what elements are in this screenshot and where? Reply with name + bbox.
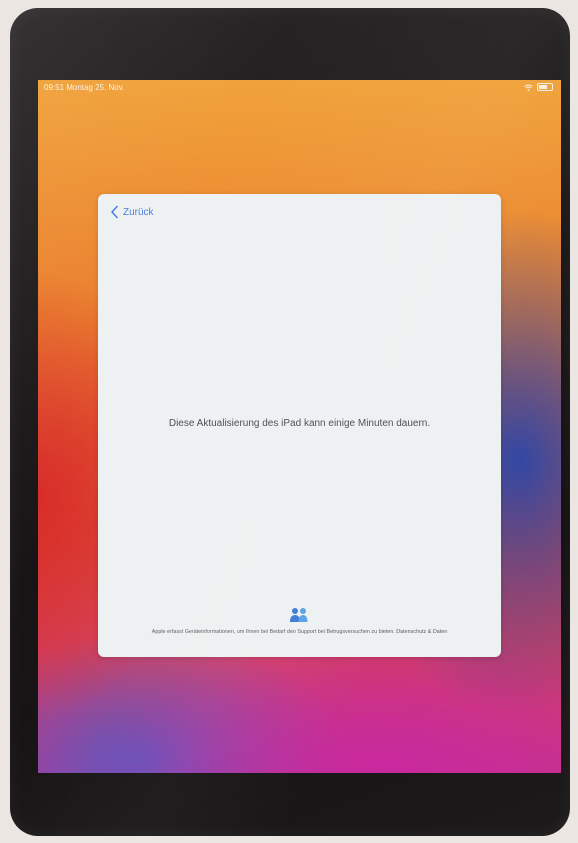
back-button-label: Zurück	[123, 206, 154, 218]
update-sheet: Zurück Diese Aktualisierung des iPad kan…	[98, 194, 501, 657]
back-button[interactable]: Zurück	[109, 205, 154, 219]
privacy-footer-text: Apple erfasst Geräteinformationen, um Ih…	[151, 629, 448, 635]
status-bar: 09:51 Montag 25. Nov.	[38, 80, 561, 96]
chevron-left-icon	[111, 205, 118, 219]
status-icons	[524, 83, 553, 91]
status-time: 09:51 Montag 25. Nov.	[44, 83, 125, 92]
update-message: Diese Aktualisierung des iPad kann einig…	[168, 418, 431, 429]
wifi-icon	[524, 84, 533, 91]
battery-icon	[537, 83, 553, 91]
ipad-screen: 09:51 Montag 25. Nov. Zurück Diese Aktua…	[38, 80, 561, 773]
privacy-people-icon	[290, 608, 308, 622]
